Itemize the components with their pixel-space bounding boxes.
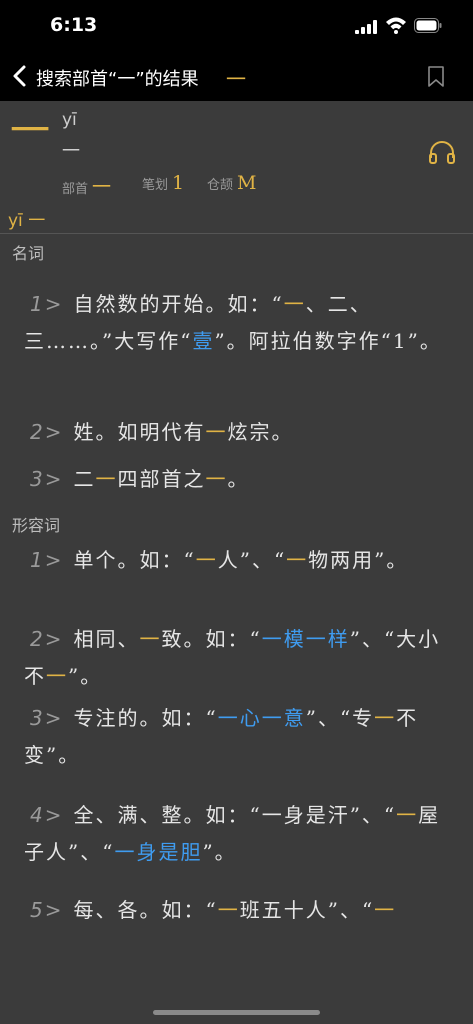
definition-noun-3: 3> 二一四部首之一。 <box>30 467 250 491</box>
bookmark-icon[interactable] <box>427 66 445 88</box>
nav-title-char: 一 <box>226 67 246 91</box>
definition-adj-1: 1> 单个。如：“一人”、“一物两用”。 <box>30 548 409 572</box>
radical-info: 部首一 <box>62 172 111 199</box>
definition-noun-2: 2> 姓。如明代有一炫宗。 <box>30 420 294 444</box>
wifi-icon <box>386 17 406 34</box>
radical-value: 一 <box>92 176 112 198</box>
link-word[interactable]: 一身是胆 <box>114 840 202 864</box>
definition-adj-5: 5> 每、各。如：“一班五十人”、“一 <box>30 898 397 922</box>
link-variant[interactable]: 壹 <box>192 329 214 353</box>
cangjie-label: 仓颉 <box>207 178 234 193</box>
stroke-info: 笔划 1 <box>142 172 184 194</box>
battery-icon <box>414 18 442 33</box>
section-noun: 名词 <box>12 244 45 263</box>
headword-pinyin: yī <box>62 110 77 130</box>
link-word[interactable]: 一心一意 <box>218 706 306 730</box>
definition-adj-3: 3> 专注的。如：“一心一意”、“专一不变”。 <box>24 706 419 767</box>
back-chevron-icon[interactable] <box>10 64 30 88</box>
link-word[interactable]: 一模一样 <box>262 627 350 651</box>
headword: 一 <box>10 108 50 154</box>
definition-adj-2: 2> 相同、一致。如：“一模一样”、“大小不一”。 <box>24 627 441 688</box>
stroke-label: 笔划 <box>142 178 169 193</box>
pinyin-reading[interactable]: yī 一 <box>8 206 45 231</box>
cellular-signal-icon <box>355 20 377 34</box>
definition-noun-1: 1> 自然数的开始。如：“一、二、三……。”大写作“壹”。阿拉伯数字作“1”。 <box>24 292 442 353</box>
radical-label: 部首 <box>62 182 89 197</box>
nav-title: 搜索部首“一”的结果 <box>36 69 199 90</box>
status-bar: 6:13 <box>0 0 473 54</box>
cangjie-value: M <box>237 172 257 194</box>
section-adjective: 形容词 <box>12 516 61 535</box>
headphones-icon[interactable] <box>428 140 456 164</box>
cangjie-info: 仓颉 M <box>207 172 256 194</box>
stroke-value: 1 <box>172 172 185 194</box>
headword-variant: 一 <box>62 141 80 162</box>
navigation-bar: 搜索部首“一”的结果 一 <box>0 54 473 101</box>
definition-adj-4: 4> 全、满、整。如：“一身是汗”、“一屋子人”、“一身是胆”。 <box>24 803 441 864</box>
status-time: 6:13 <box>50 14 98 36</box>
home-indicator[interactable] <box>153 1010 320 1015</box>
